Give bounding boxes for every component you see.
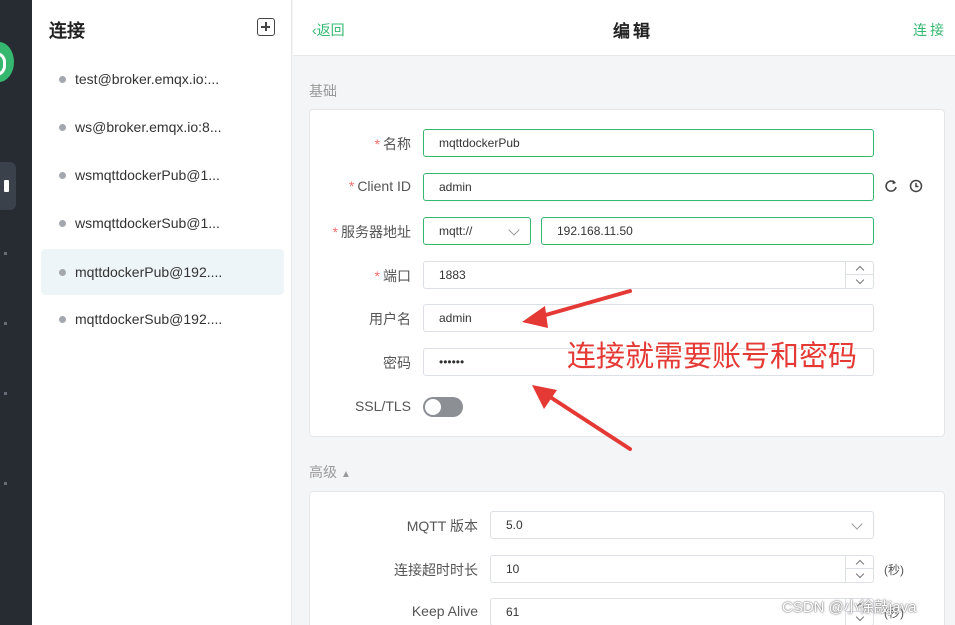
status-dot-icon: [59, 123, 66, 131]
refresh-icon[interactable]: [884, 179, 898, 193]
client-id-input[interactable]: admin: [423, 173, 874, 201]
timeout-unit: (秒): [884, 563, 904, 577]
chevron-down-icon: [508, 224, 520, 236]
nav-item-icon[interactable]: [4, 252, 7, 255]
connection-item[interactable]: wsmqttdockerSub@1...: [41, 200, 284, 246]
connect-button[interactable]: 连接: [913, 20, 947, 40]
name-label: * 名称: [374, 136, 411, 152]
decrement-icon[interactable]: [846, 569, 873, 582]
mqtt-version-label: MQTT 版本: [406, 518, 478, 534]
status-dot-icon: [59, 219, 66, 227]
ssl-tls-toggle[interactable]: [423, 397, 463, 417]
decrement-icon[interactable]: [846, 275, 873, 288]
mqtt-version-select[interactable]: 5.0: [490, 511, 874, 539]
server-address-label: * 服务器地址: [332, 224, 411, 240]
add-connection-icon[interactable]: [257, 18, 275, 36]
page-title: 编辑: [613, 22, 653, 41]
port-label: * 端口: [374, 268, 411, 284]
name-input[interactable]: mqttdockerPub: [423, 129, 874, 157]
username-label: 用户名: [369, 311, 411, 327]
connection-item-selected[interactable]: mqttdockerPub@192....: [41, 249, 284, 295]
topbar: ‹返回 编辑 连接: [293, 0, 955, 56]
annotation-text: 连接就需要账号和密码: [567, 339, 858, 373]
status-dot-icon: [59, 268, 66, 276]
connection-item[interactable]: wsmqttdockerPub@1...: [41, 152, 284, 198]
connection-item[interactable]: mqttdockerSub@192....: [41, 296, 284, 342]
increment-icon[interactable]: [846, 262, 873, 275]
connect-timeout-stepper[interactable]: 10: [490, 555, 874, 583]
app-logo-icon[interactable]: [0, 42, 14, 82]
caret-up-icon: ▲: [341, 469, 351, 480]
nav-item-icon[interactable]: [4, 392, 7, 395]
password-label: 密码: [383, 355, 411, 371]
client-id-label: * Client ID: [348, 178, 411, 194]
basic-section-label: 基础: [309, 83, 337, 99]
watermark: CSDN @小徐敲java: [782, 599, 917, 616]
connection-list-panel: 连接 test@broker.emqx.io:... ws@broker.emq…: [32, 0, 292, 625]
connections-nav-icon[interactable]: [0, 162, 16, 210]
back-button[interactable]: ‹返回: [312, 20, 345, 40]
status-dot-icon: [59, 171, 66, 179]
ssl-tls-label: SSL/TLS: [354, 398, 411, 414]
sidebar-title: 连接: [49, 21, 85, 41]
host-input[interactable]: 192.168.11.50: [541, 217, 874, 245]
username-input[interactable]: admin: [423, 304, 874, 332]
keep-alive-label: Keep Alive: [411, 603, 478, 619]
status-dot-icon: [59, 75, 66, 83]
nav-item-icon[interactable]: [4, 322, 7, 325]
advanced-section-label[interactable]: 高级 ▲: [309, 462, 351, 482]
app-nav-rail: [0, 0, 32, 625]
port-stepper[interactable]: 1883: [423, 261, 874, 289]
nav-item-icon[interactable]: [4, 482, 7, 485]
protocol-select[interactable]: mqtt://: [423, 217, 531, 245]
connection-item[interactable]: ws@broker.emqx.io:8...: [41, 104, 284, 150]
chevron-down-icon: [851, 518, 863, 530]
status-dot-icon: [59, 315, 66, 323]
history-icon[interactable]: [909, 179, 923, 193]
connection-item[interactable]: test@broker.emqx.io:...: [41, 56, 284, 102]
increment-icon[interactable]: [846, 556, 873, 569]
connect-timeout-label: 连接超时时长: [394, 562, 478, 578]
